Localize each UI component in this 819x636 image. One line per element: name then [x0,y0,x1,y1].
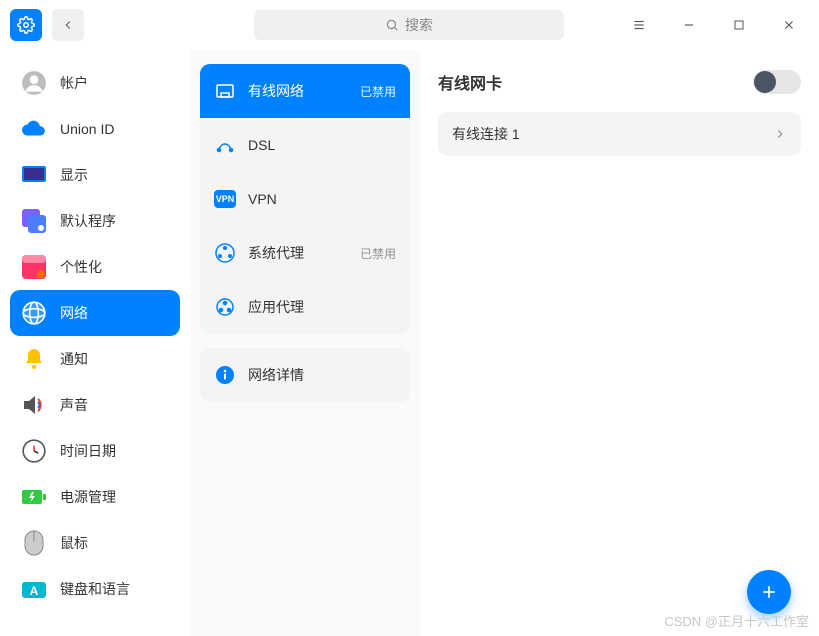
sidebar-item-personalization[interactable]: 个性化 [10,244,180,290]
network-submenu: 有线网络 已禁用 DSL VPN VPN 系统代理 已禁用 [190,50,420,636]
submenu-item-app-proxy[interactable]: 应用代理 [200,280,410,334]
sidebar-item-label: 显示 [60,165,88,185]
sidebar-item-display[interactable]: 显示 [10,152,180,198]
search-icon [385,18,399,32]
submenu-label: DSL [248,137,275,153]
plus-icon [759,582,779,602]
sidebar-item-label: 电源管理 [60,487,116,507]
search-input[interactable]: 搜索 [254,10,564,40]
vpn-icon: VPN [214,188,236,210]
apps-icon [20,207,48,235]
submenu-label: 系统代理 [248,243,304,263]
search-placeholder: 搜索 [405,15,433,35]
submenu-label: 网络详情 [248,365,304,385]
sidebar-item-mouse[interactable]: 鼠标 [10,520,180,566]
page-title: 有线网卡 [438,70,502,94]
mouse-icon [20,529,48,557]
network-icon [20,299,48,327]
svg-text:A: A [30,584,39,598]
cloud-icon [20,115,48,143]
sidebar: 帐户 Union ID 显示 默认程序 个性化 网络 [0,50,190,636]
keyboard-icon: A [20,575,48,603]
clock-icon [20,437,48,465]
sidebar-item-account[interactable]: 帐户 [10,60,180,106]
speaker-icon [20,391,48,419]
sidebar-item-label: 帐户 [60,73,88,93]
sidebar-item-label: 默认程序 [60,211,116,231]
chevron-right-icon [773,127,787,141]
sidebar-item-label: Union ID [60,121,114,137]
minimize-button[interactable] [669,10,709,40]
submenu-status: 已禁用 [360,83,396,100]
toggle-knob [754,71,776,93]
ethernet-icon [214,80,236,102]
sidebar-item-label: 时间日期 [60,441,116,461]
maximize-button[interactable] [719,10,759,40]
sidebar-item-notifications[interactable]: 通知 [10,336,180,382]
sidebar-item-network[interactable]: 网络 [10,290,180,336]
app-proxy-icon [214,296,236,318]
dsl-icon [214,134,236,156]
submenu-label: VPN [248,191,277,207]
app-settings-icon [10,9,42,41]
submenu-item-vpn[interactable]: VPN VPN [200,172,410,226]
sidebar-item-sound[interactable]: 声音 [10,382,180,428]
battery-icon [20,483,48,511]
sidebar-item-label: 网络 [60,303,88,323]
add-connection-button[interactable] [747,570,791,614]
display-icon [20,161,48,189]
sidebar-item-datetime[interactable]: 时间日期 [10,428,180,474]
sidebar-item-power[interactable]: 电源管理 [10,474,180,520]
main-panel: 有线网卡 有线连接 1 CSDN @正月十六工作室 [420,50,819,636]
info-icon [214,364,236,386]
close-button[interactable] [769,10,809,40]
connection-list: 有线连接 1 [438,112,801,156]
watermark: CSDN @正月十六工作室 [664,611,809,630]
sidebar-item-union-id[interactable]: Union ID [10,106,180,152]
submenu-status: 已禁用 [360,245,396,262]
submenu-label: 应用代理 [248,297,304,317]
back-button[interactable] [52,9,84,41]
submenu-item-dsl[interactable]: DSL [200,118,410,172]
submenu-label: 有线网络 [248,81,304,101]
sidebar-item-label: 鼠标 [60,533,88,553]
sidebar-item-label: 声音 [60,395,88,415]
titlebar: 搜索 [0,0,819,50]
personalization-icon [20,253,48,281]
wired-adapter-toggle[interactable] [753,70,801,94]
submenu-item-network-details[interactable]: 网络详情 [200,348,410,402]
connection-item[interactable]: 有线连接 1 [438,112,801,156]
sidebar-item-label: 通知 [60,349,88,369]
user-icon [20,69,48,97]
sidebar-item-label: 个性化 [60,257,102,277]
bell-icon [20,345,48,373]
connection-label: 有线连接 1 [452,124,520,144]
submenu-item-wired[interactable]: 有线网络 已禁用 [200,64,410,118]
menu-button[interactable] [619,10,659,40]
sidebar-item-label: 键盘和语言 [60,579,130,599]
sidebar-item-keyboard[interactable]: A 键盘和语言 [10,566,180,612]
submenu-item-system-proxy[interactable]: 系统代理 已禁用 [200,226,410,280]
sidebar-item-default-apps[interactable]: 默认程序 [10,198,180,244]
proxy-icon [214,242,236,264]
